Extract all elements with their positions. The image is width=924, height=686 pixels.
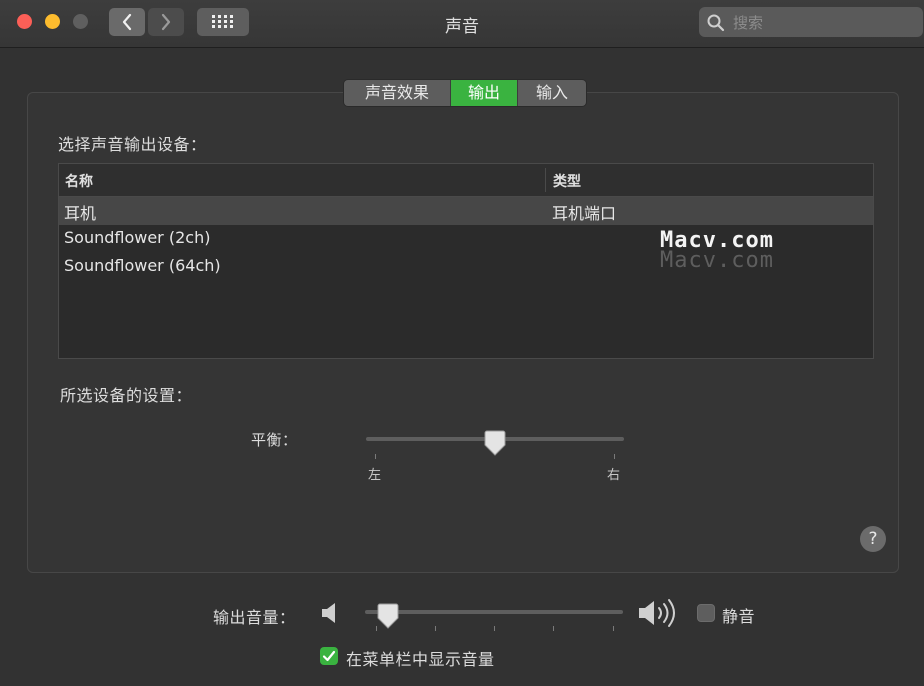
search-icon [707, 14, 725, 32]
balance-right-label: 右 [607, 468, 621, 483]
device-settings-label: 所选设备的设置： [60, 386, 193, 405]
table-row[interactable]: 耳机 耳机端口 [59, 197, 873, 225]
tab-sound-effects[interactable]: 声音效果 [344, 80, 450, 106]
watermark-reflection: Macv.com [660, 248, 774, 273]
speaker-high-icon [639, 599, 675, 627]
device-name: 耳机 [64, 204, 97, 223]
volume-thumb[interactable] [377, 603, 399, 629]
balance-left-label: 左 [368, 468, 382, 483]
speaker-low-icon [322, 603, 335, 623]
table-header: 名称 类型 [59, 164, 873, 197]
segmented-tabs: 声音效果 输出 输入 [343, 79, 587, 107]
balance-thumb[interactable] [484, 430, 506, 456]
volume-track [365, 610, 623, 614]
column-header-type[interactable]: 类型 [553, 171, 581, 191]
show-volume-in-menubar-checkbox[interactable] [320, 647, 338, 665]
search-field[interactable] [699, 7, 923, 37]
volume-tick [435, 626, 436, 631]
balance-label: 平衡： [251, 431, 298, 449]
balance-tick-right [614, 454, 615, 459]
tab-output[interactable]: 输出 [450, 80, 517, 106]
balance-tick-left [375, 454, 376, 459]
balance-slider[interactable] [366, 426, 624, 462]
device-type: 耳机端口 [552, 204, 617, 223]
volume-tick [613, 626, 614, 631]
help-button[interactable]: ? [860, 526, 886, 552]
select-device-label: 选择声音输出设备： [58, 135, 207, 154]
device-name: Soundflower (64ch) [64, 256, 221, 275]
volume-slider[interactable] [365, 600, 623, 636]
column-header-name[interactable]: 名称 [65, 171, 93, 191]
mute-checkbox[interactable] [697, 604, 715, 622]
show-volume-in-menubar-label: 在菜单栏中显示音量 [346, 650, 495, 669]
tab-input[interactable]: 输入 [517, 80, 586, 106]
volume-tick [553, 626, 554, 631]
search-input[interactable] [731, 11, 915, 35]
output-volume-label: 输出音量： [213, 608, 296, 627]
title-bar: 声音 [0, 0, 924, 48]
device-name: Soundflower (2ch) [64, 228, 211, 247]
column-divider [545, 168, 546, 192]
volume-tick [494, 626, 495, 631]
checkmark-icon [322, 650, 336, 662]
mute-label: 静音 [722, 607, 756, 626]
